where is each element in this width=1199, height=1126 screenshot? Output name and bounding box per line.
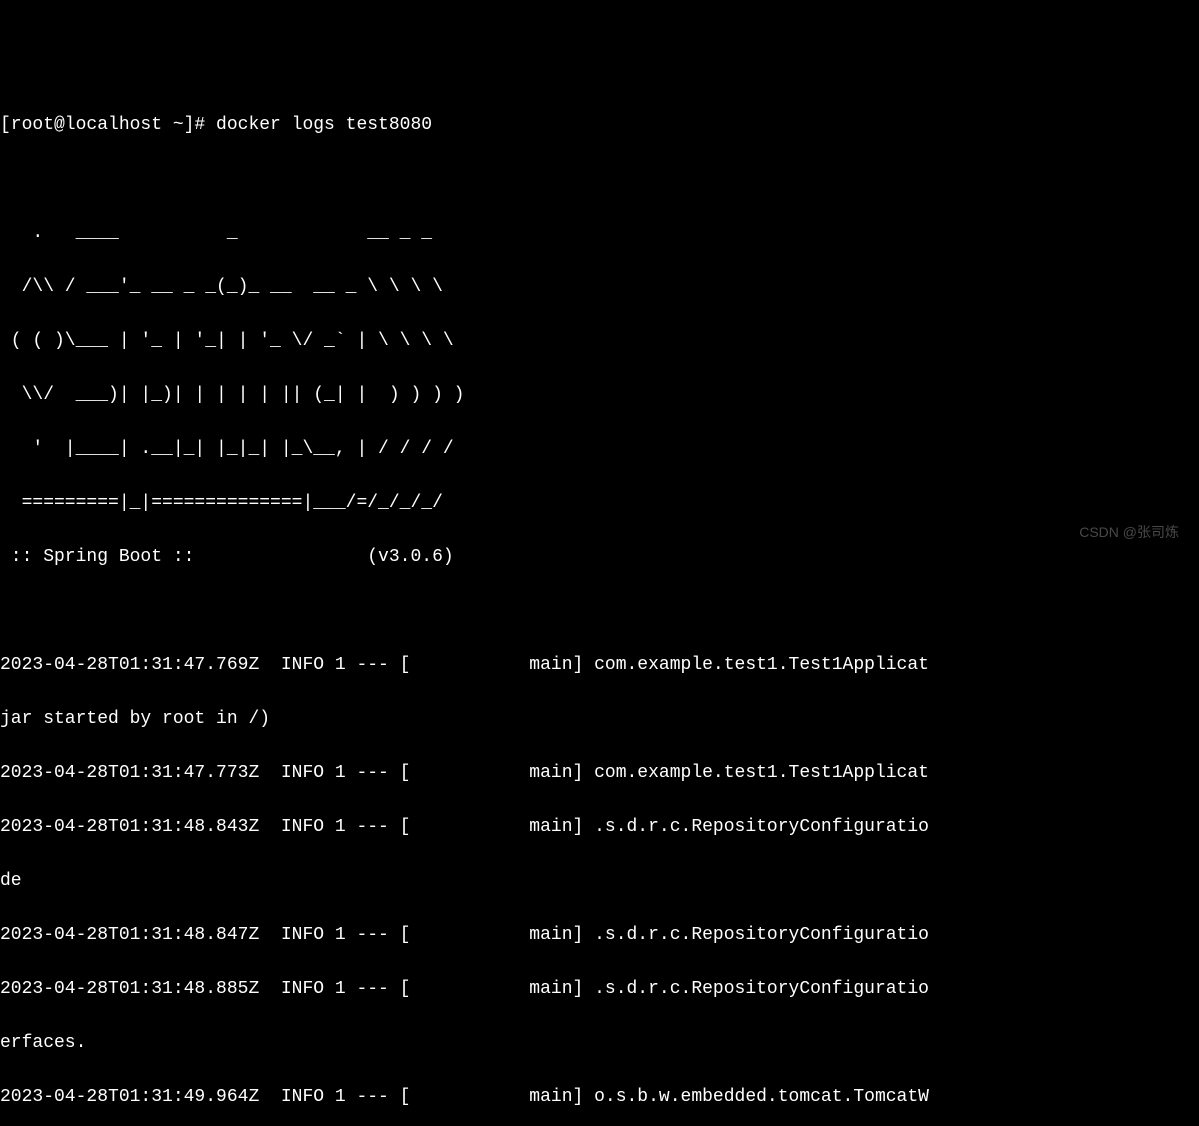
spring-banner-line6: =========|_|==============|___/=/_/_/_/	[0, 490, 1199, 517]
spring-banner-line2: /\\ / ___'_ __ _ _(_)_ __ __ _ \ \ \ \	[0, 274, 1199, 301]
log-line: 2023-04-28T01:31:47.773Z INFO 1 --- [ ma…	[0, 760, 1199, 787]
log-line: jar started by root in /)	[0, 706, 1199, 733]
log-line: 2023-04-28T01:31:48.847Z INFO 1 --- [ ma…	[0, 922, 1199, 949]
blank-line	[0, 598, 1199, 625]
log-line: 2023-04-28T01:31:49.964Z INFO 1 --- [ ma…	[0, 1084, 1199, 1111]
spring-banner-line4: \\/ ___)| |_)| | | | | || (_| | ) ) ) )	[0, 382, 1199, 409]
log-line: 2023-04-28T01:31:48.885Z INFO 1 --- [ ma…	[0, 976, 1199, 1003]
log-line: 2023-04-28T01:31:48.843Z INFO 1 --- [ ma…	[0, 814, 1199, 841]
blank-line	[0, 166, 1199, 193]
command-prompt: [root@localhost ~]# docker logs test8080	[0, 112, 1199, 139]
log-line: 2023-04-28T01:31:47.769Z INFO 1 --- [ ma…	[0, 652, 1199, 679]
spring-banner-line5: ' |____| .__|_| |_|_| |_\__, | / / / /	[0, 436, 1199, 463]
spring-boot-title: :: Spring Boot :: (v3.0.6)	[0, 544, 1199, 571]
spring-banner-line1: . ____ _ __ _ _	[0, 220, 1199, 247]
spring-banner-line3: ( ( )\___ | '_ | '_| | '_ \/ _` | \ \ \ …	[0, 328, 1199, 355]
log-line: de	[0, 868, 1199, 895]
log-line: erfaces.	[0, 1030, 1199, 1057]
watermark: CSDN @张司炼	[1079, 522, 1179, 543]
